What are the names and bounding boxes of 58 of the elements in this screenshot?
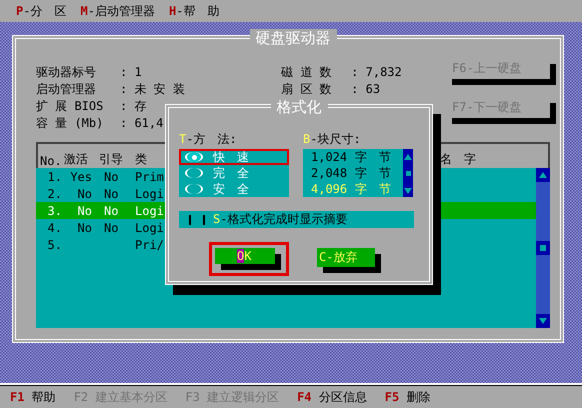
column-header: 类: [135, 151, 148, 168]
column-header: 引导: [99, 151, 124, 168]
scroll-down-icon[interactable]: [536, 314, 550, 328]
dialog-title: 格式化: [270, 98, 328, 117]
window-title: 硬盘驱动器: [250, 29, 336, 48]
column-header: 名 字: [440, 151, 476, 168]
scroll-thumb-icon[interactable]: [536, 241, 550, 255]
table-cell: Logi: [135, 220, 164, 234]
status-command[interactable]: F1 帮助: [10, 388, 56, 406]
menu-item[interactable]: H-帮 助: [168, 2, 220, 20]
field-label: 磁 道 数: [281, 64, 333, 81]
radio-icon[interactable]: [185, 152, 203, 162]
table-cell: Pri/: [135, 238, 164, 252]
radio-icon[interactable]: [185, 168, 203, 178]
block-size-option[interactable]: 1,024 字 节: [303, 149, 403, 165]
table-cell: 2.: [48, 186, 62, 200]
table-cell: Yes: [70, 170, 92, 184]
field-label: 启动管理器: [36, 81, 97, 98]
radio-icon[interactable]: [185, 184, 203, 194]
table-cell: No: [78, 186, 92, 200]
ok-button[interactable]: OK: [209, 242, 289, 276]
block-size-option[interactable]: 2,048 字 节: [303, 165, 403, 181]
scrollbar[interactable]: [403, 149, 413, 197]
menu-item[interactable]: M-启动管理器: [80, 2, 155, 20]
scroll-up-icon[interactable]: [536, 168, 550, 182]
scrollbar[interactable]: [536, 168, 550, 328]
status-command[interactable]: F4 分区信息: [297, 388, 367, 406]
table-cell: 5.: [48, 238, 62, 252]
group-label: B-块尺寸:: [303, 131, 362, 148]
table-cell: 4.: [48, 220, 62, 234]
table-cell: No: [78, 220, 92, 234]
status-command[interactable]: F5 删除: [384, 388, 430, 406]
table-cell: No: [104, 186, 118, 200]
field-label: 容 量 (Mb): [36, 115, 104, 132]
table-cell: No: [104, 170, 118, 184]
field-label: 驱动器标号: [36, 64, 97, 81]
menu-item[interactable]: P-分 区: [16, 2, 66, 20]
table-cell: Logi: [135, 204, 164, 218]
scroll-thumb-icon[interactable]: [406, 170, 410, 176]
field-label: 扩 展 BIOS: [36, 98, 104, 115]
checkbox[interactable]: [189, 214, 205, 224]
field-value: : 63: [351, 81, 382, 98]
field-value: : 未 安 装: [120, 81, 186, 98]
field-value: : 存: [120, 98, 148, 115]
column-header: No.: [40, 154, 63, 168]
field-value: : 7,832: [351, 64, 403, 81]
field-value: : 1: [120, 64, 143, 81]
table-cell: No: [104, 220, 118, 234]
field-label: 扇 区 数: [281, 81, 333, 98]
group-label: T-方 法:: [179, 131, 238, 148]
column-header: 激活: [64, 151, 89, 168]
field-value: : 61,4: [120, 115, 164, 132]
table-cell: No: [78, 204, 92, 218]
table-cell: 3.: [48, 204, 62, 218]
table-cell: No: [104, 204, 118, 218]
table-cell: Logi: [135, 186, 164, 200]
table-cell: Prim: [135, 170, 164, 184]
table-cell: 1.: [48, 170, 62, 184]
